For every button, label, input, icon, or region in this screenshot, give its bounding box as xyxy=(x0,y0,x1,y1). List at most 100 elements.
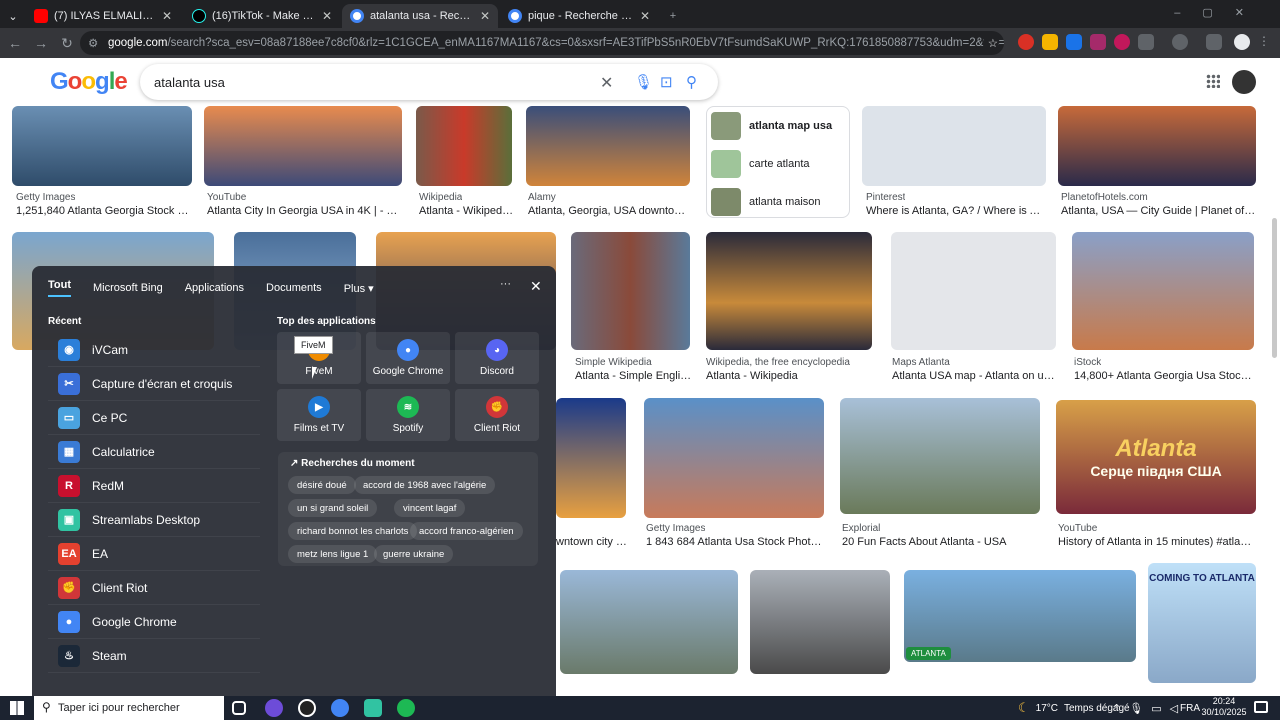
notification-icon[interactable] xyxy=(1254,701,1268,713)
trending-chip[interactable]: guerre ukraine xyxy=(374,545,454,563)
result-image[interactable] xyxy=(840,398,1040,514)
result-title[interactable]: Atlanta, Georgia, USA downtown ci... xyxy=(528,205,690,217)
top-app-tile[interactable]: ≋ Spotify xyxy=(366,389,450,441)
bookmark-star-icon[interactable]: ☆ xyxy=(983,36,998,50)
result-title[interactable]: 1 843 684 Atlanta Usa Stock Photos, Hi..… xyxy=(646,536,826,548)
result-image[interactable] xyxy=(891,232,1056,350)
top-app-tile[interactable]: ● Google Chrome xyxy=(366,332,450,384)
tab-youtube[interactable]: (7) ILYAS ELMALIKI - 29 / Octob ✕ xyxy=(26,4,180,28)
result-title[interactable]: 20 Fun Facts About Atlanta - USA xyxy=(842,536,1042,548)
new-tab-button[interactable]: + xyxy=(662,4,684,28)
clear-icon[interactable]: ✕ xyxy=(600,73,613,93)
network-icon[interactable]: ▭ xyxy=(1151,702,1161,715)
apps-grid-icon[interactable] xyxy=(1206,74,1220,88)
top-app-tile[interactable]: ✊ Client Riot xyxy=(455,389,539,441)
more-options-icon[interactable]: ··· xyxy=(500,278,511,290)
tab-tiktok[interactable]: (16)TikTok - Make Your Day ✕ xyxy=(184,4,340,28)
microphone-icon[interactable]: 🎙 xyxy=(1129,702,1143,715)
spotify-taskbar-icon[interactable] xyxy=(397,699,415,717)
result-title[interactable]: 14,800+ Atlanta Georgia Usa Stock Ph... xyxy=(1074,370,1254,382)
related-item[interactable]: atlanta map usa xyxy=(707,107,849,145)
result-image[interactable] xyxy=(1058,106,1256,186)
close-tab-icon[interactable]: ✕ xyxy=(480,9,490,23)
result-image[interactable]: COMING TO ATLANTA xyxy=(1148,563,1256,683)
extension-icon[interactable] xyxy=(1066,34,1082,50)
history-icon[interactable] xyxy=(1172,34,1188,50)
result-title[interactable]: 1,251,840 Atlanta Georgia Stock Phot... xyxy=(16,205,190,217)
result-title[interactable]: wntown city sk... xyxy=(556,536,628,548)
search-icon[interactable]: ⚲ xyxy=(686,73,697,91)
recent-app-item[interactable]: ▦ Calculatrice xyxy=(48,435,260,469)
result-image[interactable]: ATLANTA xyxy=(904,570,1136,662)
trending-chip[interactable]: richard bonnot les charlots xyxy=(288,522,418,540)
result-title[interactable]: Atlanta - Simple English... xyxy=(575,370,693,382)
extension-icon[interactable] xyxy=(1018,34,1034,50)
reload-icon[interactable]: ↻ xyxy=(56,32,78,54)
avatar[interactable] xyxy=(1232,70,1256,94)
result-image[interactable] xyxy=(644,398,824,518)
result-image[interactable] xyxy=(416,106,512,186)
recent-app-item[interactable]: ◉ iVCam xyxy=(48,333,260,367)
download-icon[interactable] xyxy=(1206,34,1222,50)
microphone-icon[interactable]: 🎙 xyxy=(634,73,653,91)
back-icon[interactable]: ← xyxy=(4,32,26,54)
close-tab-icon[interactable]: ✕ xyxy=(640,9,650,23)
system-tray[interactable]: ⌃ 🎙 ▭ ◁ xyxy=(1112,696,1178,720)
recent-app-item[interactable]: ▣ Streamlabs Desktop xyxy=(48,503,260,537)
scrollbar[interactable] xyxy=(1272,218,1277,358)
top-app-tile[interactable]: ◕ Discord xyxy=(455,332,539,384)
top-app-tile[interactable]: ▶ Films et TV xyxy=(277,389,361,441)
recent-app-item[interactable]: EA EA xyxy=(48,537,260,571)
trending-chip[interactable]: désiré doué xyxy=(288,476,356,494)
window-controls[interactable]: –▢✕ xyxy=(1174,6,1266,19)
app-taskbar-icon[interactable] xyxy=(298,699,316,717)
language-indicator[interactable]: FRA xyxy=(1180,696,1200,720)
tab-bing[interactable]: Microsoft Bing xyxy=(93,282,163,294)
recent-app-item[interactable]: ✊ Client Riot xyxy=(48,571,260,605)
recent-app-item[interactable]: ▭ Ce PC xyxy=(48,401,260,435)
close-tab-icon[interactable]: ✕ xyxy=(322,9,332,23)
result-title[interactable]: Atlanta City In Georgia USA in 4K | - Yo… xyxy=(207,205,401,217)
trending-chip[interactable]: metz lens ligue 1 xyxy=(288,545,378,563)
trending-chip[interactable]: vincent lagaf xyxy=(394,499,466,517)
tab-search-icon[interactable]: ⌄ xyxy=(6,4,20,28)
menu-kebab-icon[interactable]: ⋮ xyxy=(1258,34,1274,50)
google-logo[interactable]: Google xyxy=(50,68,128,96)
trending-chip[interactable]: un si grand soleil xyxy=(288,499,378,517)
tab-pique[interactable]: pique - Recherche Google ✕ xyxy=(500,4,658,28)
search-input[interactable]: atalanta usa ✕ 🎙 ⊡ ⚲ xyxy=(140,64,718,100)
close-icon[interactable]: ✕ xyxy=(530,278,542,295)
tab-more[interactable]: Plus ▾ xyxy=(344,282,374,295)
result-image[interactable]: Atlanta Серце півдня США xyxy=(1056,400,1256,514)
forward-icon[interactable]: → xyxy=(30,32,52,54)
volume-icon[interactable]: ◁ xyxy=(1170,702,1178,715)
url-input[interactable]: ⚙ google.com/search?sca_esv=08a87188ee7c… xyxy=(80,31,1004,55)
result-title[interactable]: Atlanta - Wikipedia xyxy=(706,370,872,382)
app-taskbar-icon[interactable] xyxy=(265,699,283,717)
chevron-up-icon[interactable]: ⌃ xyxy=(1112,702,1121,715)
taskbar-search[interactable]: ⚲ Taper ici pour rechercher xyxy=(34,696,224,720)
result-image[interactable] xyxy=(204,106,402,186)
result-image[interactable] xyxy=(560,570,738,674)
task-view-icon[interactable] xyxy=(232,701,246,715)
result-title[interactable]: History of Atlanta in 15 minutes) #atlan… xyxy=(1058,536,1256,548)
streamlabs-taskbar-icon[interactable] xyxy=(364,699,382,717)
tab-documents[interactable]: Documents xyxy=(266,282,322,294)
result-title[interactable]: Atlanta - Wikipedia... xyxy=(419,205,515,217)
result-image[interactable] xyxy=(526,106,690,186)
extensions-puzzle-icon[interactable] xyxy=(1138,34,1154,50)
result-title[interactable]: Where is Atlanta, GA? / Where is Atlan..… xyxy=(866,205,1046,217)
result-image[interactable] xyxy=(706,232,872,350)
result-image[interactable] xyxy=(556,398,626,518)
recent-app-item[interactable]: ♨ Steam xyxy=(48,639,260,673)
site-info-icon[interactable]: ⚙ xyxy=(88,36,98,50)
profile-avatar[interactable] xyxy=(1234,34,1250,50)
extension-icon[interactable] xyxy=(1090,34,1106,50)
windows-start-icon[interactable] xyxy=(10,701,24,715)
recent-app-item[interactable]: R RedM xyxy=(48,469,260,503)
extension-icon[interactable] xyxy=(1042,34,1058,50)
recent-app-item[interactable]: ● Google Chrome xyxy=(48,605,260,639)
extension-icon[interactable] xyxy=(1114,34,1130,50)
trending-chip[interactable]: accord franco-algérien xyxy=(410,522,523,540)
result-title[interactable]: Atlanta USA map - Atlanta on us ma... xyxy=(892,370,1056,382)
